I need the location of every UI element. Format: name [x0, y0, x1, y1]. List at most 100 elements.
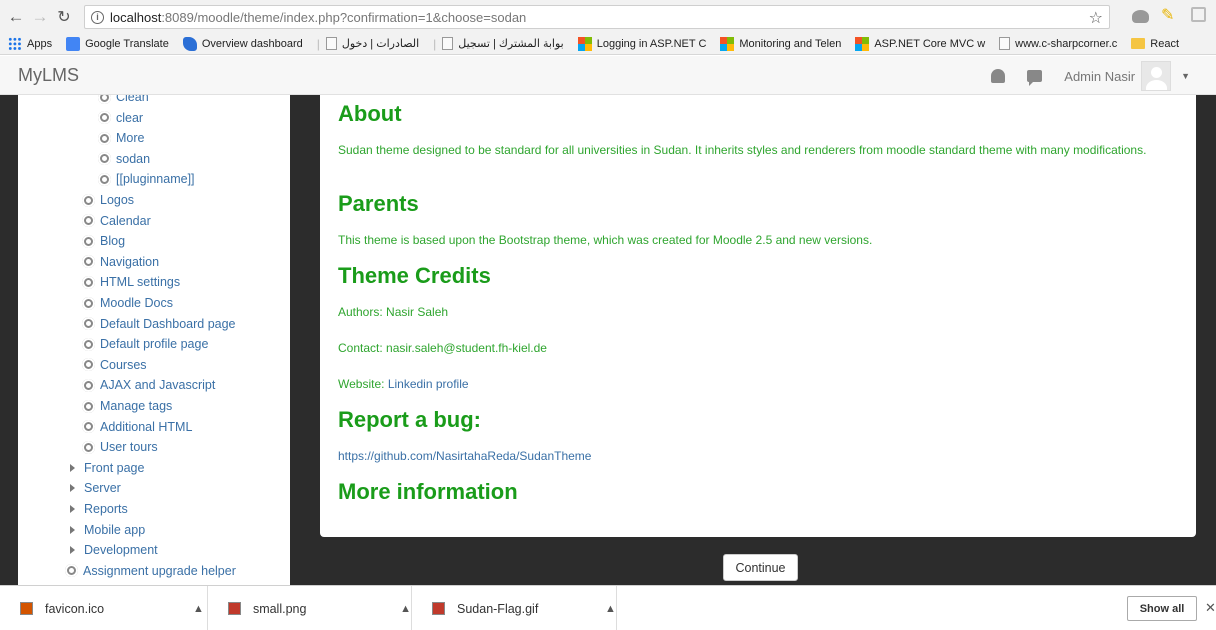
download-item[interactable]: Sudan-Flag.gif ▲ — [412, 586, 617, 630]
download-filename: small.png — [252, 601, 307, 616]
avatar[interactable] — [1141, 61, 1172, 91]
info-icon[interactable]: i — [91, 10, 104, 24]
gear-icon — [82, 317, 95, 331]
download-item[interactable]: small.png ▲ — [208, 586, 412, 630]
sidebar-item-label: Courses — [100, 357, 147, 372]
sidebar-item-label: Moodle Docs — [100, 296, 173, 310]
sidebar-item[interactable]: AJAX and Javascript — [82, 375, 215, 395]
sidebar-item[interactable]: More — [98, 128, 144, 148]
sidebar-item-label: Additional HTML — [100, 419, 193, 434]
gear-icon — [98, 95, 111, 104]
microsoft-icon — [720, 36, 735, 51]
credits-heading: Theme Credits — [338, 263, 491, 288]
sidebar-item-label: Default profile page — [100, 337, 209, 352]
sidebar-item-label: User tours — [100, 440, 158, 455]
sidebar-item[interactable]: Manage tags — [82, 396, 172, 416]
sidebar-item-label: sodan — [116, 151, 151, 166]
bookmark-arabic-2[interactable]: بوابة المشترك | تسجيل — [442, 37, 564, 50]
gear-icon — [65, 564, 78, 578]
sidebar-item[interactable]: Front page — [67, 458, 144, 478]
sidebar-item[interactable]: Default profile page — [82, 334, 208, 354]
user-nav: Admin Nasir ▼ — [991, 61, 1190, 91]
messages-icon[interactable] — [1027, 70, 1043, 86]
chevron-right-icon — [70, 525, 75, 534]
sidebar-item[interactable]: Navigation — [82, 252, 159, 272]
gear-icon — [82, 420, 95, 434]
sidebar-item[interactable]: HTML settings — [82, 272, 180, 292]
notification-bell-icon[interactable] — [991, 69, 1006, 83]
sidebar-item[interactable]: Moodle Docs — [82, 293, 173, 313]
bookmark-monitoring[interactable]: Monitoring and Telen — [720, 36, 841, 51]
sidebar-item[interactable]: Assignment upgrade helper — [65, 561, 236, 581]
frame-extension-icon[interactable] — [1191, 7, 1206, 22]
sidebar-item[interactable]: User tours — [82, 437, 158, 457]
gear-icon — [82, 296, 95, 310]
contact-line: Contact: nasir.saleh@student.fh-kiel.de — [338, 340, 1158, 356]
address-bar[interactable]: i localhost:8089/moodle/theme/index.php?… — [84, 5, 1110, 29]
github-link[interactable]: https://github.com/NasirtahaReda/SudanTh… — [338, 449, 591, 463]
sidebar-item[interactable]: Mobile app — [67, 520, 145, 540]
download-item[interactable]: favicon.ico ▲ — [0, 586, 208, 630]
bookmark-logging-aspnet[interactable]: Logging in ASP.NET C — [577, 36, 706, 51]
gear-icon — [82, 358, 95, 372]
doc-icon — [442, 37, 454, 50]
chevron-up-icon[interactable]: ▲ — [400, 603, 411, 615]
bug-line: https://github.com/NasirtahaReda/SudanTh… — [338, 448, 1158, 464]
sidebar-item-label: Development — [84, 543, 158, 558]
bookmark-aspnet-core[interactable]: ASP.NET Core MVC w — [855, 36, 985, 51]
gear-icon — [82, 275, 95, 289]
sidebar-item[interactable]: Calendar — [82, 211, 151, 231]
gear-icon — [82, 193, 95, 207]
linkedin-link[interactable]: Linkedin profile — [388, 377, 469, 391]
continue-button[interactable]: Continue — [723, 554, 798, 581]
bookmark-react[interactable]: React — [1131, 38, 1179, 50]
chevron-up-icon[interactable]: ▲ — [193, 603, 204, 615]
sidebar-item[interactable]: Default Dashboard page — [82, 314, 236, 334]
pen-extension-icon[interactable]: ✎ — [1161, 7, 1179, 25]
sidebar-item-label: Front page — [84, 460, 145, 475]
extension-icons: ✎ — [1132, 7, 1206, 25]
reload-button[interactable]: ↻ — [52, 5, 76, 29]
sidebar-item[interactable]: clear — [98, 108, 143, 128]
back-button[interactable]: ← — [4, 5, 28, 29]
sidebar-item[interactable]: Development — [67, 540, 158, 560]
sidebar-item[interactable]: Clean — [98, 95, 149, 107]
parents-heading: Parents — [338, 191, 419, 216]
chevron-right-icon — [70, 484, 75, 493]
chevron-down-icon[interactable]: ▼ — [1181, 71, 1190, 81]
bookmark-apps[interactable]: Apps — [8, 36, 52, 51]
user-name[interactable]: Admin Nasir — [1064, 69, 1135, 84]
sidebar-item[interactable]: Blog — [82, 231, 125, 251]
sidebar-item[interactable]: Reports — [67, 499, 128, 519]
bookmark-overview-dashboard[interactable]: Overview dashboard — [182, 36, 303, 51]
chevron-right-icon — [70, 463, 75, 472]
chevron-up-icon[interactable]: ▲ — [605, 603, 616, 615]
about-text: Sudan theme designed to be standard for … — [338, 143, 1147, 157]
bookmark-csharpcorner[interactable]: www.c-sharpcorner.c — [999, 37, 1117, 50]
apps-grid-icon — [8, 36, 22, 51]
sidebar-item[interactable]: Courses — [82, 355, 147, 375]
bookmark-separator: | — [433, 36, 437, 51]
cloud-extension-icon[interactable] — [1132, 10, 1149, 23]
sidebar-item[interactable]: Additional HTML — [82, 417, 192, 437]
sidebar-item-label: Reports — [84, 502, 128, 516]
sidebar-item-label: Calendar — [100, 213, 151, 228]
bookmark-arabic-1[interactable]: الصادرات | دخول — [325, 37, 419, 50]
file-icon — [228, 602, 241, 615]
bug-heading: Report a bug: — [338, 407, 481, 432]
site-brand[interactable]: MyLMS — [18, 65, 79, 86]
bookmark-star-icon[interactable]: ☆ — [1089, 8, 1103, 28]
bookmark-google-translate[interactable]: Google Translate — [66, 36, 169, 51]
site-navbar: MyLMS Admin Nasir ▼ — [0, 56, 1216, 95]
sidebar-item[interactable]: sodan — [98, 149, 150, 169]
sidebar-item[interactable]: Logos — [82, 190, 134, 210]
close-icon[interactable]: ✕ — [1205, 600, 1216, 616]
show-all-button[interactable]: Show all — [1127, 596, 1197, 621]
forward-button[interactable]: → — [28, 5, 52, 29]
sidebar-item[interactable]: [[pluginname]] — [98, 169, 195, 189]
sidebar-item-label: More — [116, 131, 145, 146]
sidebar-item[interactable]: Server — [67, 478, 121, 498]
website-prefix: Website: — [338, 377, 388, 391]
sidebar-item-label: Assignment upgrade helper — [83, 563, 236, 578]
sidebar-item-label: [[pluginname]] — [116, 172, 195, 187]
